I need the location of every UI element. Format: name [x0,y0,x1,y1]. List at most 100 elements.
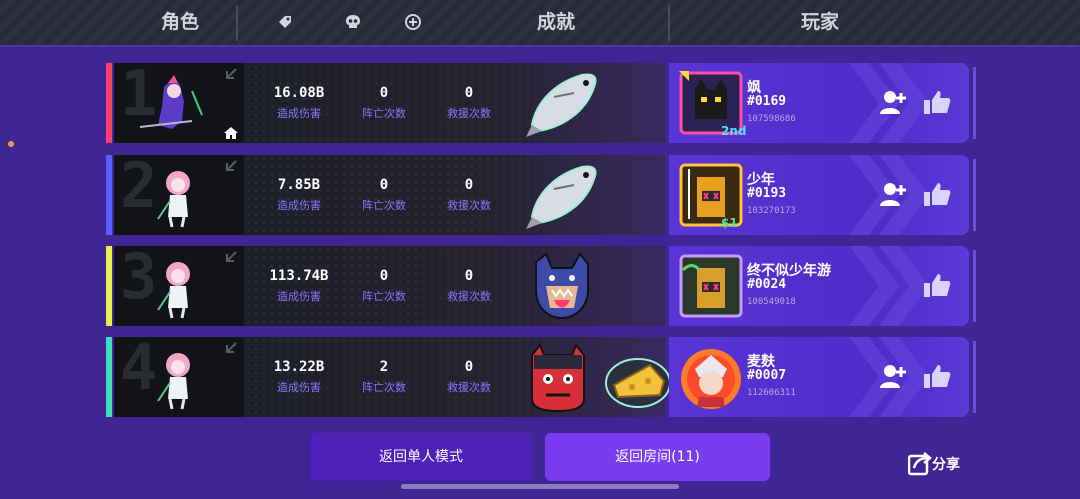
rescues-label: 救援次数 [447,199,491,212]
deaths-value: 2 [379,359,389,375]
demon-achievement-icon[interactable] [522,341,594,413]
level-badge-text: $1 [721,216,738,230]
damage-label: 造成伤害 [277,290,321,303]
damage-stat: 113.74B 造成伤害 [254,268,344,304]
return-single-mode-button[interactable]: 返回单人模式 [310,433,532,481]
damage-stat: 16.08B 造成伤害 [254,85,344,121]
character-cell[interactable]: 3 [114,246,244,326]
character-sprite-icon [157,262,190,319]
deaths-value: 0 [379,268,389,284]
add-friend-icon[interactable] [879,181,907,207]
home-indicator-bar[interactable] [401,484,679,489]
player-id: 107598686 [747,114,796,124]
collapse-arrow-icon [226,342,237,353]
header-bar: 角色 成就 玩家 [0,0,1080,47]
player-avatar-icon: $1 [679,163,743,230]
player-tag: #0193 [747,186,787,201]
character-cell[interactable]: 2 [114,155,244,235]
player-card[interactable]: 2nd 飒 #0169 107598686 [669,63,969,143]
thumbs-up-icon[interactable] [923,272,951,298]
rescues-value: 0 [464,268,474,284]
collapse-arrow-icon [226,68,237,79]
damage-stat: 13.22B 造成伤害 [254,359,344,395]
player-avatar-icon [681,349,741,409]
deaths-stat: 0 阵亡次数 [339,268,429,304]
rescues-stat: 0 救援次数 [424,268,514,304]
damage-value: 113.74B [269,268,329,284]
damage-label: 造成伤害 [277,107,321,120]
edge-indicator-dot [8,141,14,147]
collapse-arrow-icon [226,160,237,171]
header-divider [668,5,670,41]
share-button[interactable]: 分享 [932,454,960,474]
deaths-label: 阵亡次数 [362,107,406,120]
plus-circle-icon [405,14,421,30]
deaths-stat: 2 阵亡次数 [339,359,429,395]
deaths-value: 0 [379,177,389,193]
player-id: 103270173 [747,206,796,216]
deaths-stat: 0 阵亡次数 [339,85,429,121]
header-achievement: 成就 [536,11,575,33]
rescues-value: 0 [464,359,474,375]
result-row-3: 3 113.74B 造成伤害 0 阵亡次数 0 救援次数 终不似少年游 #002… [106,246,976,326]
fish-achievement-icon[interactable] [524,67,604,139]
tag-icon [279,16,291,28]
result-row-4: 4 13.22B 造成伤害 2 阵亡次数 0 救援次数 麦麸 #0007 112… [106,337,976,417]
character-sprite-icon [157,171,190,228]
deaths-label: 阵亡次数 [362,381,406,394]
player-tag: #0024 [747,277,787,292]
damage-value: 7.85B [277,177,321,193]
cheese-achievement-icon[interactable] [602,341,674,413]
thumbs-up-icon[interactable] [923,363,951,389]
add-friend-icon[interactable] [879,89,907,115]
share-icon[interactable] [908,450,932,476]
player-tag: #0007 [747,368,787,383]
rank-stripe [106,155,112,235]
add-friend-icon[interactable] [879,363,907,389]
rank-stripe [106,63,112,143]
return-room-button[interactable]: 返回房间(11) [545,433,770,481]
rank-badge-text: 2nd [721,124,746,138]
player-card[interactable]: 终不似少年游 #0024 100549018 [669,246,969,326]
header-role: 角色 [160,11,199,33]
player-id: 112606311 [747,388,796,398]
thumbs-up-icon[interactable] [923,181,951,207]
rank-stripe [106,246,112,326]
player-avatar-icon: 2nd [679,71,746,138]
player-card[interactable]: 麦麸 #0007 112606311 [669,337,969,417]
skull-icon [346,15,360,28]
rescues-stat: 0 救援次数 [424,85,514,121]
rescues-stat: 0 救援次数 [424,359,514,395]
stats-panel: 113.74B 造成伤害 0 阵亡次数 0 救援次数 [244,246,666,326]
rescues-label: 救援次数 [447,290,491,303]
deaths-label: 阵亡次数 [362,290,406,303]
result-row-2: 2 7.85B 造成伤害 0 阵亡次数 0 救援次数 $1 少年 #0193 1… [106,155,976,235]
damage-value: 16.08B [273,85,325,101]
deaths-label: 阵亡次数 [362,199,406,212]
result-row-1: 1 16.08B 造成伤害 0 阵亡次数 0 救援次数 2nd 飒 #0169 … [106,63,976,143]
row-edge [973,67,976,139]
thumbs-up-icon[interactable] [923,89,951,115]
collapse-arrow-icon [226,251,237,262]
stats-panel: 7.85B 造成伤害 0 阵亡次数 0 救援次数 [244,155,666,235]
rescues-label: 救援次数 [447,107,491,120]
character-cell[interactable]: 4 [114,337,244,417]
rescues-label: 救援次数 [447,381,491,394]
damage-label: 造成伤害 [277,199,321,212]
fish-achievement-icon[interactable] [524,159,604,231]
player-tag: #0169 [747,94,787,109]
wolf-achievement-icon[interactable] [522,250,602,322]
rescues-value: 0 [464,177,474,193]
row-edge [973,250,976,322]
rescues-stat: 0 救援次数 [424,177,514,213]
header-divider [236,5,238,41]
character-sprite-icon [139,75,203,129]
header-player: 玩家 [800,11,839,33]
character-cell[interactable]: 1 [114,63,244,143]
chevron-decoration [849,246,929,326]
player-card[interactable]: $1 少年 #0193 103270173 [669,155,969,235]
deaths-stat: 0 阵亡次数 [339,177,429,213]
rank-stripe [106,337,112,417]
damage-label: 造成伤害 [277,381,321,394]
row-edge [973,159,976,231]
